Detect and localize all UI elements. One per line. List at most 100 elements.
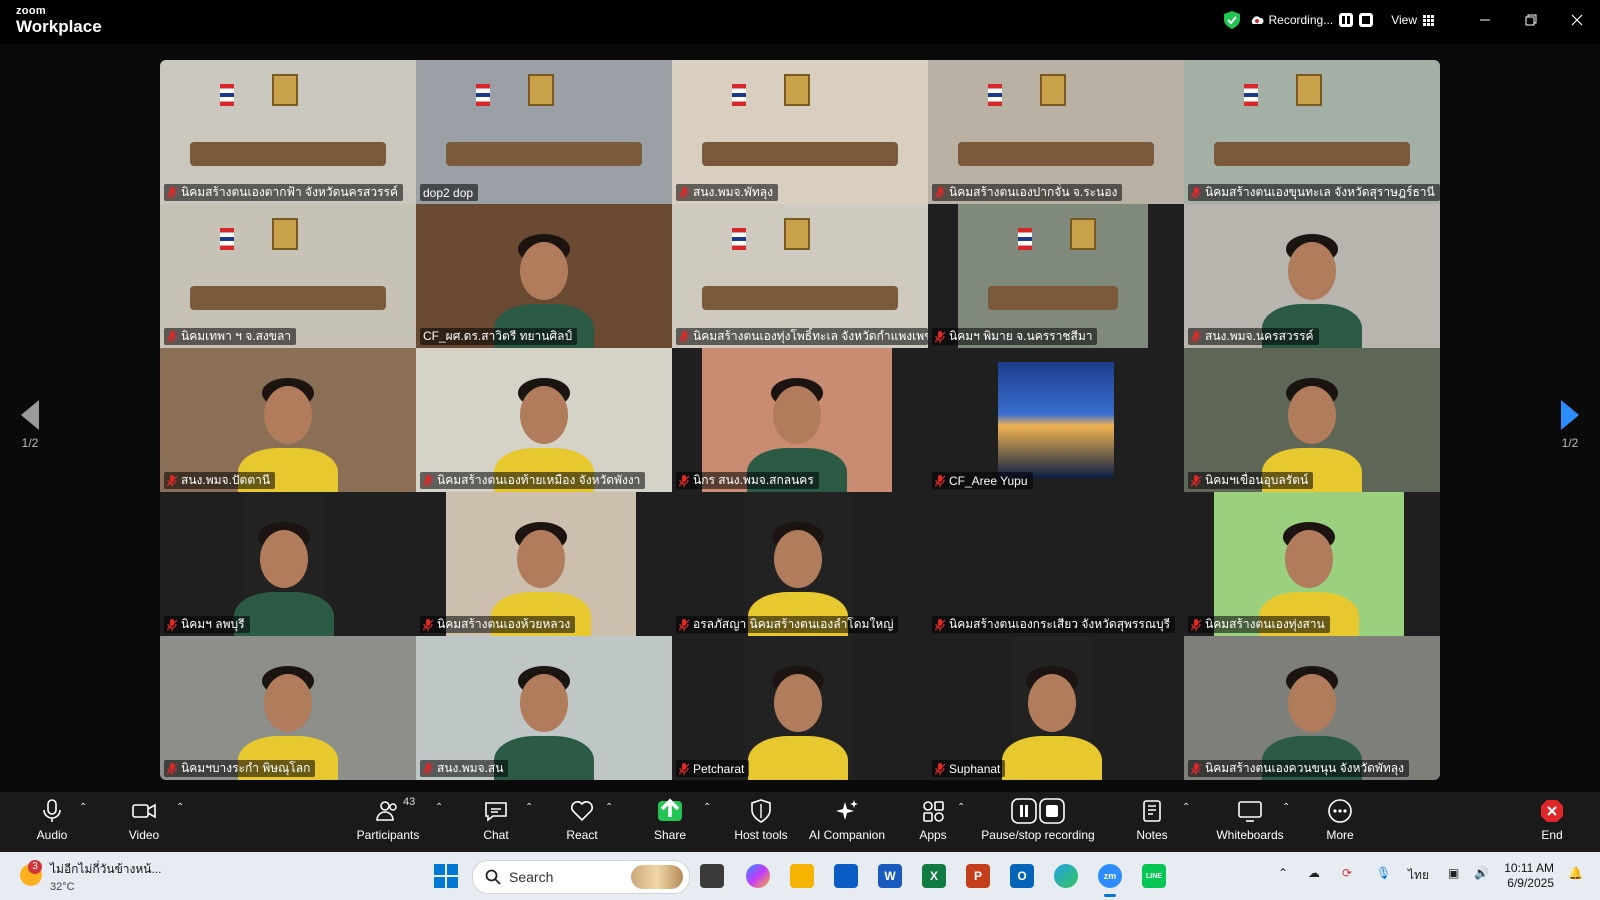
participant-tile[interactable]: นิคมฯ ลพบุรี [160, 492, 416, 636]
microsoft-store-icon[interactable] [834, 864, 858, 888]
input-language-indicator[interactable]: ไทย [1408, 866, 1429, 885]
excel-icon[interactable]: X [922, 864, 946, 888]
participant-tile[interactable]: นิคมสร้างตนเองห้วยหลวง [416, 492, 672, 636]
participant-tile[interactable]: นิคมสร้างตนเองตากฟ้า จังหวัดนครสวรรค์ [160, 60, 416, 204]
notifications-icon[interactable]: 🔔 [1568, 866, 1583, 880]
apps-options-caret[interactable]: ⌃ [957, 802, 965, 813]
chat-label: Chat [483, 828, 509, 842]
outlook-icon[interactable]: O [1010, 864, 1034, 888]
display-icon[interactable]: ▣ [1448, 866, 1459, 880]
muted-mic-icon [935, 618, 945, 631]
participant-tile[interactable]: CF_Aree Yupu [928, 348, 1184, 492]
flag [476, 84, 490, 106]
participant-tile[interactable]: นิคมสร้างตนเองขุนทะเล จังหวัดสุราษฎร์ธาน… [1184, 60, 1440, 204]
participant-tile[interactable]: สนง.พมจ.นครสวรรค์ [1184, 204, 1440, 348]
muted-mic-icon [167, 474, 177, 487]
pause-recording-button[interactable] [1339, 13, 1354, 27]
file-explorer-icon[interactable] [790, 864, 814, 888]
ai-companion-button[interactable]: AI Companion [806, 798, 888, 848]
sync-icon[interactable]: ⟳ [1342, 866, 1352, 880]
notes-button[interactable]: Notes [1134, 798, 1170, 848]
share-options-caret[interactable]: ⌃ [703, 802, 711, 813]
end-meeting-button[interactable]: End [1536, 798, 1568, 848]
volume-icon[interactable]: 🔊 [1474, 866, 1489, 880]
participant-tile[interactable]: สนง.พมจ.ปัตตานี [160, 348, 416, 492]
zoom-app-icon[interactable]: zm [1098, 864, 1122, 897]
participant-tile[interactable]: นิคมสร้างตนเองกระเสียว จังหวัดสุพรรณบุรี [928, 492, 1184, 636]
chat-options-caret[interactable]: ⌃ [525, 802, 533, 813]
participant-tile[interactable]: นิคมฯเขื่อนอุบลรัตน์ [1184, 348, 1440, 492]
participant-tile[interactable]: CF_ผศ.ดร.สาวิตรี ทยานศิลป์ [416, 204, 672, 348]
person-head [1288, 386, 1336, 444]
show-hidden-icons-button[interactable]: ⌃ [1278, 866, 1288, 880]
host-tools-button[interactable]: Host tools [728, 798, 794, 848]
weather-widget[interactable]: 3 ไม่อีกไม่กี่วันข้างหน้... 32°C [20, 860, 162, 893]
participants-options-caret[interactable]: ⌃ [435, 802, 443, 813]
task-view-icon[interactable] [700, 864, 724, 888]
restore-button[interactable] [1508, 0, 1554, 40]
participant-name-label: นิคมฯเขื่อนอุบลรัตน์ [1188, 472, 1314, 489]
participant-tile[interactable]: นิคมฯบางระกำ พิษณุโลก [160, 636, 416, 780]
stop-recording-button[interactable] [1359, 13, 1374, 27]
gallery-view: นิคมสร้างตนเองตากฟ้า จังหวัดนครสวรรค์ dop… [160, 60, 1440, 780]
close-window-button[interactable] [1554, 0, 1600, 40]
minimize-button[interactable] [1462, 0, 1508, 40]
participants-icon [376, 801, 397, 821]
recording-status[interactable]: Recording... [1250, 13, 1374, 27]
participant-tile[interactable]: สนง.พมจ.สน [416, 636, 672, 780]
react-options-caret[interactable]: ⌃ [605, 802, 613, 813]
participant-name: นิคมสร้างตนเองกระเสียว จังหวัดสุพรรณบุรี [949, 617, 1171, 631]
whiteboards-button[interactable]: Whiteboards [1214, 798, 1286, 848]
share-button[interactable]: Share [650, 798, 690, 848]
mic-in-use-icon[interactable]: 🎙 [1376, 866, 1391, 880]
next-page-button[interactable]: 1/2 [1550, 400, 1590, 450]
participant-name: นิคมฯ พิมาย จ.นครราชสีมา [949, 329, 1093, 343]
participant-tile[interactable]: สนง.พมจ.พัทลุง [672, 60, 928, 204]
copilot-icon[interactable] [746, 864, 770, 888]
participant-tile[interactable]: นิคมเทพา ฯ จ.สงขลา [160, 204, 416, 348]
participant-tile[interactable]: dop2 dop [416, 60, 672, 204]
word-icon[interactable]: W [878, 864, 902, 888]
participant-tile[interactable]: นิคมฯ พิมาย จ.นครราชสีมา [928, 204, 1184, 348]
participant-tile[interactable]: Suphanat [928, 636, 1184, 780]
participant-tile[interactable]: นิคมสร้างตนเองปากจั่น จ.ระนอง [928, 60, 1184, 204]
previous-page-button[interactable]: 1/2 [10, 400, 50, 450]
audio-options-caret[interactable]: ⌃ [79, 802, 87, 813]
network-off-icon[interactable]: ☁ [1308, 866, 1320, 880]
edge-icon[interactable] [1054, 864, 1078, 888]
pause-stop-recording-button[interactable]: Pause/stop recording [980, 798, 1096, 848]
powerpoint-icon[interactable]: P [966, 864, 990, 888]
muted-mic-icon [935, 330, 945, 343]
notes-options-caret[interactable]: ⌃ [1182, 802, 1190, 813]
clock[interactable]: 10:11 AM 6/9/2025 [1502, 861, 1554, 891]
react-button[interactable]: React [562, 798, 602, 848]
line-icon[interactable]: LINE [1142, 864, 1166, 888]
encryption-shield-icon[interactable] [1223, 11, 1240, 29]
participant-tile[interactable]: อรลภัสญา นิคมสร้างตนเองลำโดมใหญ่ [672, 492, 928, 636]
participant-tile[interactable]: นิกร สนง.พมจ.สกลนคร [672, 348, 928, 492]
participant-tile[interactable]: นิคมสร้างตนเองท้ายเหมือง จังหวัดพังงา [416, 348, 672, 492]
participant-video [702, 348, 892, 492]
start-button[interactable] [434, 864, 458, 888]
apps-button[interactable]: Apps [914, 798, 952, 848]
taskbar-search[interactable]: Search [472, 860, 690, 894]
participant-name-label: dop2 dop [420, 184, 479, 201]
title-bar: zoom Workplace Recording... View [0, 0, 1600, 44]
participant-name-label: นิคมสร้างตนเองทุ่งโพธิ์ทะเล จังหวัดกำแพง… [676, 328, 928, 345]
participant-tile[interactable]: Petcharat [672, 636, 928, 780]
video-button[interactable]: Video [124, 798, 164, 848]
chat-button[interactable]: Chat [478, 798, 514, 848]
participant-name-label: นิคมสร้างตนเองขุนทะเล จังหวัดสุราษฎร์ธาน… [1188, 184, 1440, 201]
search-icon [485, 869, 501, 885]
participant-name: นิคมสร้างตนเองห้วยหลวง [437, 617, 571, 631]
participant-name-label: นิคมสร้างตนเองกระเสียว จังหวัดสุพรรณบุรี [932, 616, 1176, 633]
more-button[interactable]: More [1322, 798, 1358, 848]
view-button[interactable]: View [1391, 13, 1434, 27]
audio-button[interactable]: Audio [33, 798, 71, 848]
participant-tile[interactable]: นิคมสร้างตนเองทุ่งโพธิ์ทะเล จังหวัดกำแพง… [672, 204, 928, 348]
participant-tile[interactable]: นิคมสร้างตนเองควนขนุน จังหวัดพัทลุง [1184, 636, 1440, 780]
participant-tile[interactable]: นิคมสร้างตนเองทุ่งสาน [1184, 492, 1440, 636]
video-options-caret[interactable]: ⌃ [176, 802, 184, 813]
portrait-frame [528, 74, 554, 106]
whiteboards-options-caret[interactable]: ⌃ [1282, 802, 1290, 813]
